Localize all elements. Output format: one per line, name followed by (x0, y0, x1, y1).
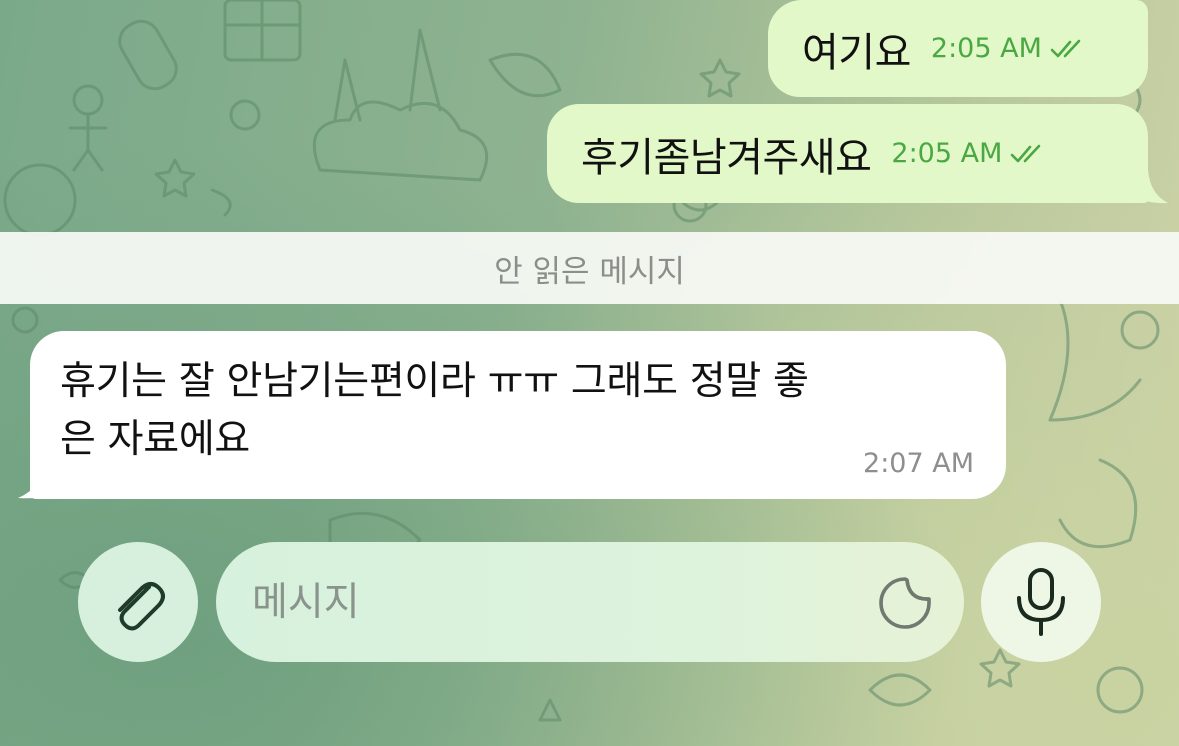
paperclip-icon (118, 582, 165, 631)
microphone-icon (1017, 568, 1065, 636)
unread-messages-divider: 안 읽은 메시지 (0, 232, 1179, 304)
message-meta: 2:05 AM (891, 138, 1048, 169)
message-time: 2:07 AM (863, 448, 974, 479)
message-text: 휴기는 잘 안남기는편이라 ㅠㅠ 그래도 정말 좋 은 자료에요 (60, 359, 809, 462)
message-input[interactable] (250, 578, 834, 626)
incoming-message[interactable]: 휴기는 잘 안남기는편이라 ㅠㅠ 그래도 정말 좋 은 자료에요 2:07 AM (30, 331, 1006, 499)
message-time: 2:05 AM (930, 33, 1042, 64)
voice-record-button[interactable] (981, 542, 1101, 662)
message-time: 2:05 AM (891, 138, 1003, 169)
sticker-icon[interactable] (876, 576, 934, 630)
outgoing-message[interactable]: 후기좀남겨주새요 2:05 AM (547, 104, 1148, 203)
double-check-icon (1011, 144, 1041, 162)
unread-divider-label: 안 읽은 메시지 (494, 253, 685, 290)
outgoing-message[interactable]: 여기요 2:05 AM (768, 0, 1148, 97)
message-text: 여기요 (802, 29, 911, 76)
attach-button[interactable] (78, 542, 198, 662)
double-check-icon (1050, 39, 1081, 57)
message-text: 후기좀남겨주새요 (581, 134, 872, 181)
bubble-tail (1130, 170, 1168, 204)
message-composer (216, 542, 964, 662)
message-meta: 2:05 AM (931, 33, 1088, 64)
